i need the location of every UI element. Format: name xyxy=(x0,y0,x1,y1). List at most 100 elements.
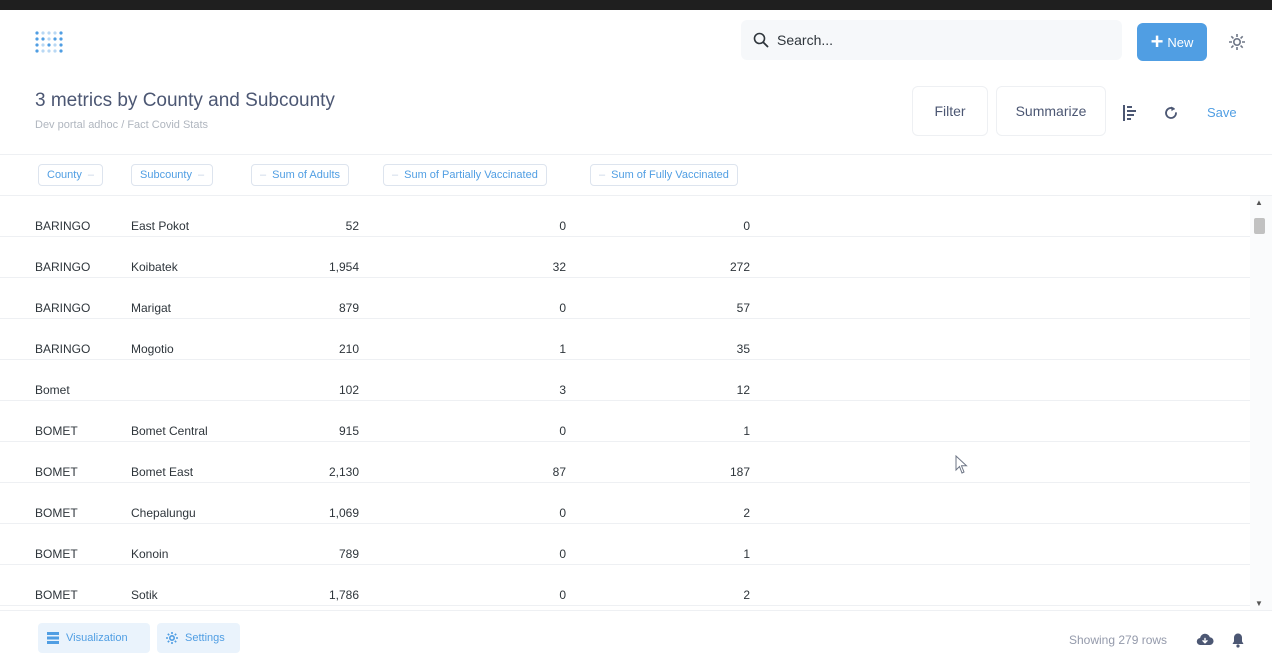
cell-subcounty[interactable]: Konoin xyxy=(131,524,168,564)
mouse-pointer-icon xyxy=(955,455,968,474)
settings-button[interactable]: Settings xyxy=(157,623,240,653)
cell-county[interactable]: BOMET xyxy=(35,524,78,564)
visualization-button-label: Visualization xyxy=(66,632,128,644)
cell-subcounty[interactable]: Koibatek xyxy=(131,237,178,277)
cell-sum-of-partially-vaccinated[interactable]: 0 xyxy=(383,565,566,605)
cell-sum-of-adults[interactable]: 1,069 xyxy=(250,483,359,523)
filter-button[interactable]: Filter xyxy=(912,86,988,136)
table-row[interactable]: BOMET Sotik 1,786 0 2 xyxy=(0,565,1250,606)
metabase-logo-icon[interactable] xyxy=(34,30,64,56)
bell-icon[interactable] xyxy=(1229,631,1247,649)
cell-subcounty[interactable]: Bomet Central xyxy=(131,401,208,441)
download-cloud-icon[interactable] xyxy=(1196,631,1214,649)
new-button[interactable]: + New xyxy=(1137,23,1207,61)
breadcrumb[interactable]: Dev portal adhoc / Fact Covid Stats xyxy=(35,119,208,131)
cell-county[interactable]: BOMET xyxy=(35,401,78,441)
cell-sum-of-partially-vaccinated[interactable]: 1 xyxy=(383,319,566,359)
column-header-label: County xyxy=(47,169,82,181)
cell-county[interactable]: BARINGO xyxy=(35,237,90,277)
cell-sum-of-fully-vaccinated[interactable]: 1 xyxy=(590,401,750,441)
cell-sum-of-adults[interactable]: 915 xyxy=(250,401,359,441)
summarize-button[interactable]: Summarize xyxy=(996,86,1106,136)
cell-county[interactable]: BOMET xyxy=(35,483,78,523)
cell-subcounty[interactable]: Sotik xyxy=(131,565,158,605)
table-row[interactable]: Bomet 102 3 12 xyxy=(0,360,1250,401)
footer-bar: Visualization Settings Showing 279 rows xyxy=(0,610,1272,653)
new-button-label: New xyxy=(1167,34,1194,50)
table-row[interactable]: BOMET Konoin 789 0 1 xyxy=(0,524,1250,565)
column-header-label: Sum of Fully Vaccinated xyxy=(611,169,729,181)
cell-county[interactable]: BARINGO xyxy=(35,196,90,236)
question-header: 3 metrics by County and Subcounty Dev po… xyxy=(0,76,1272,154)
window-top-strip xyxy=(0,0,1272,10)
settings-button-label: Settings xyxy=(185,632,225,644)
cell-sum-of-adults[interactable]: 1,786 xyxy=(250,565,359,605)
sort-handle-icon: – xyxy=(260,169,267,181)
cell-sum-of-partially-vaccinated[interactable]: 32 xyxy=(383,237,566,277)
cell-county[interactable]: Bomet xyxy=(35,360,70,400)
visualization-button[interactable]: Visualization xyxy=(38,623,150,653)
cell-sum-of-adults[interactable]: 1,954 xyxy=(250,237,359,277)
column-header-label: Sum of Partially Vaccinated xyxy=(404,169,538,181)
cell-sum-of-adults[interactable]: 210 xyxy=(250,319,359,359)
cell-sum-of-fully-vaccinated[interactable]: 1 xyxy=(590,524,750,564)
cell-sum-of-fully-vaccinated[interactable]: 12 xyxy=(590,360,750,400)
table-scrollbar[interactable]: ▲ ▼ xyxy=(1250,196,1272,610)
cell-county[interactable]: BOMET xyxy=(35,565,78,605)
search-bar[interactable] xyxy=(741,20,1122,60)
column-header-sum-of-fully-vaccinated[interactable]: – Sum of Fully Vaccinated xyxy=(590,164,738,186)
gear-icon xyxy=(166,632,178,644)
cell-subcounty[interactable]: Chepalungu xyxy=(131,483,196,523)
column-header-sum-of-partially-vaccinated[interactable]: – Sum of Partially Vaccinated xyxy=(383,164,547,186)
table-row[interactable]: BARINGO Koibatek 1,954 32 272 xyxy=(0,237,1250,278)
column-header-county[interactable]: County – xyxy=(38,164,103,186)
cell-sum-of-partially-vaccinated[interactable]: 87 xyxy=(383,442,566,482)
table-row[interactable]: BOMET Chepalungu 1,069 0 2 xyxy=(0,483,1250,524)
cell-subcounty[interactable]: East Pokot xyxy=(131,196,189,236)
cell-sum-of-fully-vaccinated[interactable]: 187 xyxy=(590,442,750,482)
cell-sum-of-adults[interactable]: 879 xyxy=(250,278,359,318)
column-header-label: Subcounty xyxy=(140,169,192,181)
refresh-icon[interactable] xyxy=(1161,103,1181,123)
cell-sum-of-adults[interactable]: 102 xyxy=(250,360,359,400)
scroll-down-arrow-icon[interactable]: ▼ xyxy=(1255,599,1263,608)
column-header-sum-of-adults[interactable]: – Sum of Adults xyxy=(251,164,349,186)
cell-sum-of-fully-vaccinated[interactable]: 57 xyxy=(590,278,750,318)
notebook-editor-icon[interactable] xyxy=(1120,103,1140,123)
navbar: + New xyxy=(0,10,1272,76)
table-row[interactable]: BOMET Bomet East 2,130 87 187 xyxy=(0,442,1250,483)
cell-sum-of-fully-vaccinated[interactable]: 272 xyxy=(590,237,750,277)
save-button[interactable]: Save xyxy=(1207,105,1237,120)
cell-sum-of-adults[interactable]: 52 xyxy=(250,196,359,236)
cell-sum-of-partially-vaccinated[interactable]: 3 xyxy=(383,360,566,400)
cell-sum-of-partially-vaccinated[interactable]: 0 xyxy=(383,524,566,564)
cell-sum-of-adults[interactable]: 2,130 xyxy=(250,442,359,482)
sort-handle-icon: – xyxy=(87,169,94,181)
cell-subcounty[interactable]: Marigat xyxy=(131,278,171,318)
table-row[interactable]: BARINGO Mogotio 210 1 35 xyxy=(0,319,1250,360)
cell-county[interactable]: BARINGO xyxy=(35,319,90,359)
cell-sum-of-adults[interactable]: 789 xyxy=(250,524,359,564)
cell-sum-of-fully-vaccinated[interactable]: 2 xyxy=(590,565,750,605)
scrollbar-thumb[interactable] xyxy=(1254,218,1265,234)
page-title: 3 metrics by County and Subcounty xyxy=(35,90,335,111)
cell-county[interactable]: BARINGO xyxy=(35,278,90,318)
search-input[interactable] xyxy=(777,32,1097,48)
cell-sum-of-fully-vaccinated[interactable]: 0 xyxy=(590,196,750,236)
cell-subcounty[interactable]: Bomet East xyxy=(131,442,193,482)
cell-sum-of-partially-vaccinated[interactable]: 0 xyxy=(383,196,566,236)
table-row[interactable]: BARINGO Marigat 879 0 57 xyxy=(0,278,1250,319)
gear-icon[interactable] xyxy=(1226,31,1248,53)
sort-handle-icon: – xyxy=(599,169,606,181)
cell-sum-of-partially-vaccinated[interactable]: 0 xyxy=(383,278,566,318)
cell-sum-of-partially-vaccinated[interactable]: 0 xyxy=(383,401,566,441)
cell-sum-of-fully-vaccinated[interactable]: 35 xyxy=(590,319,750,359)
column-header-subcounty[interactable]: Subcounty – xyxy=(131,164,214,186)
cell-sum-of-fully-vaccinated[interactable]: 2 xyxy=(590,483,750,523)
table-row[interactable]: BOMET Bomet Central 915 0 1 xyxy=(0,401,1250,442)
cell-subcounty[interactable]: Mogotio xyxy=(131,319,174,359)
cell-sum-of-partially-vaccinated[interactable]: 0 xyxy=(383,483,566,523)
table-row[interactable]: BARINGO East Pokot 52 0 0 xyxy=(0,196,1250,237)
scroll-up-arrow-icon[interactable]: ▲ xyxy=(1255,198,1263,207)
cell-county[interactable]: BOMET xyxy=(35,442,78,482)
